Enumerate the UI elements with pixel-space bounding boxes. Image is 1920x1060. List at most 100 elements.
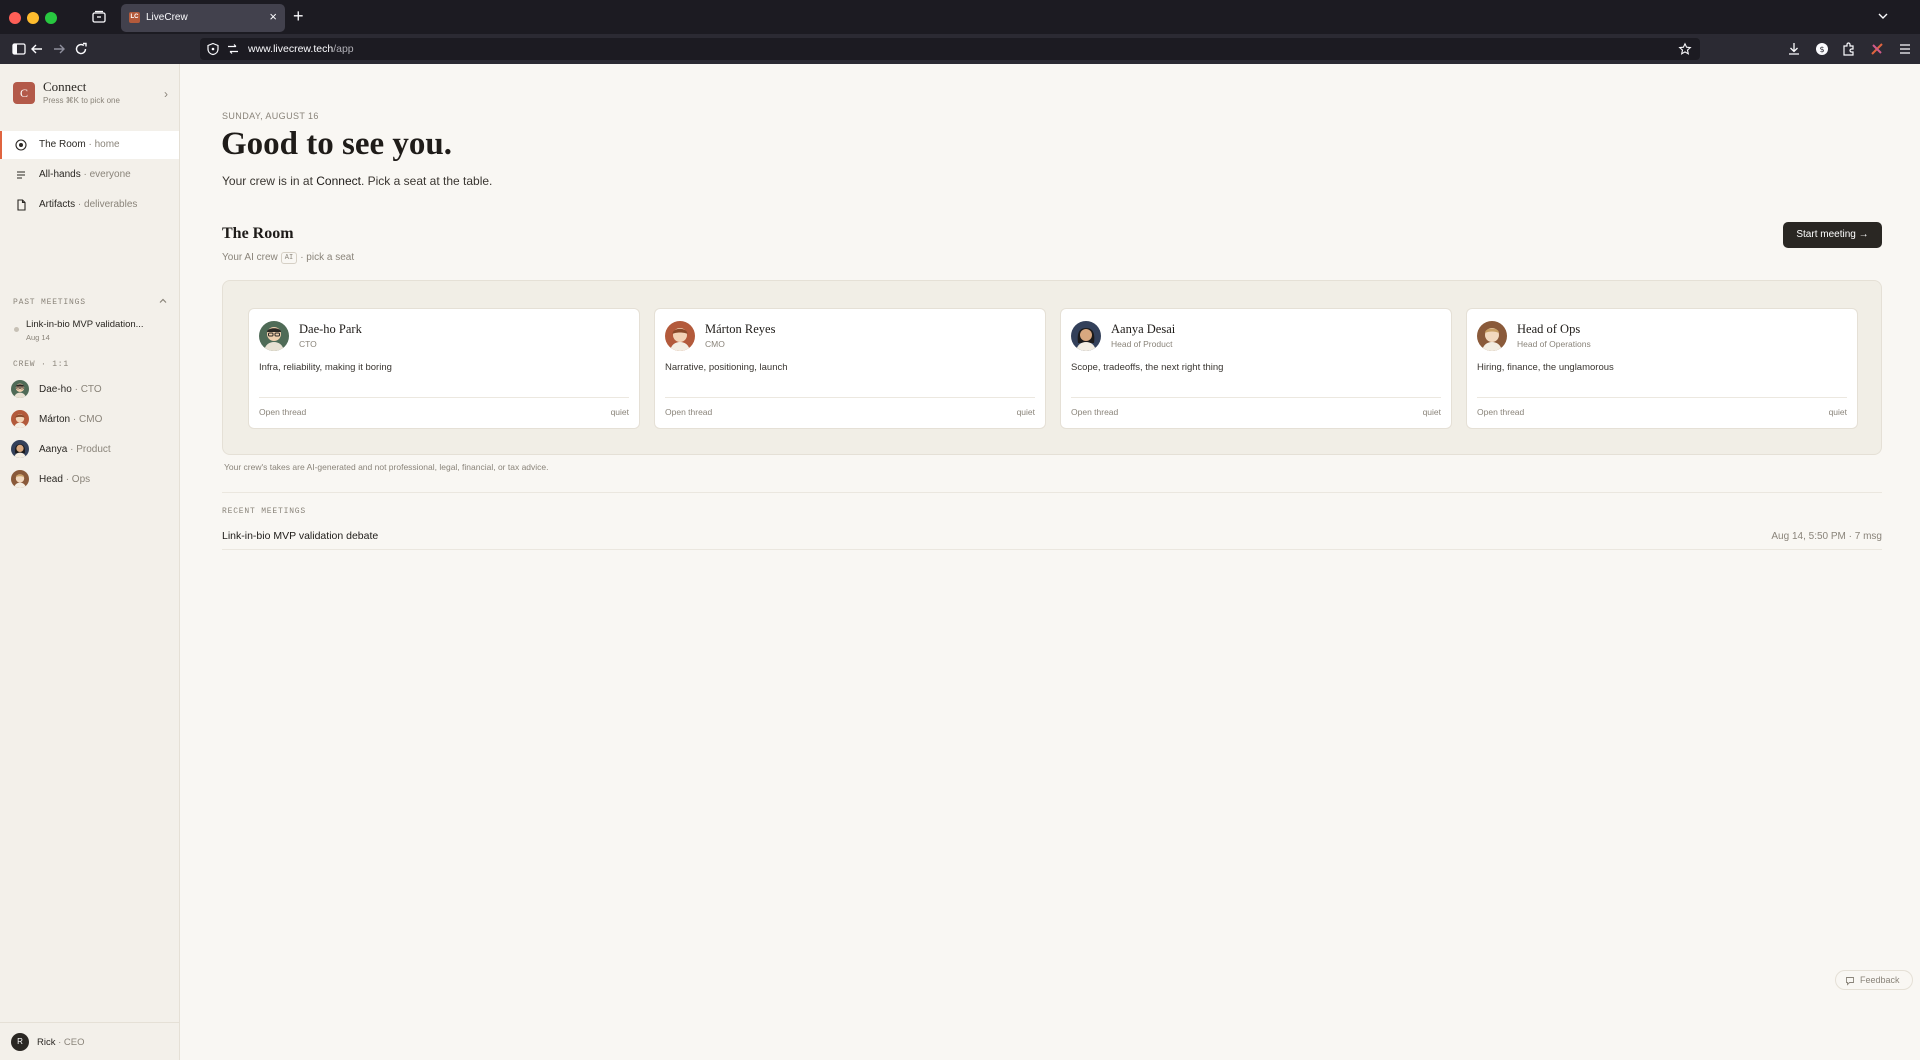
status-label: quiet [1422, 407, 1441, 417]
list-icon [17, 171, 25, 179]
chevron-up-icon[interactable] [158, 296, 168, 306]
extension-dollar-icon[interactable]: $ [1814, 41, 1830, 57]
crew-role: CMO [705, 339, 725, 349]
date-label: SUNDAY, AUGUST 16 [222, 111, 319, 121]
room-subtitle: Your AI crew AI · pick a seat [222, 252, 355, 264]
crew-card-marton[interactable]: Márton Reyes CMO Narrative, positioning,… [654, 308, 1046, 429]
chevron-down-icon[interactable] [1876, 9, 1890, 23]
chevron-right-icon: › [164, 87, 168, 101]
recent-meetings-heading: RECENT MEETINGS [222, 507, 307, 516]
past-meetings-heading: PAST MEETINGS [13, 298, 86, 307]
divider [222, 492, 1882, 493]
recent-meeting-meta: Aug 14, 5:50 PM · 7 msg [1771, 531, 1882, 542]
window-minimize-button[interactable] [27, 12, 39, 24]
url-text: www.livecrew.tech/app [248, 43, 354, 55]
sidebar-item-label: Artifacts · deliverables [39, 199, 138, 210]
app-window: C Connect Press ⌘K to pick one › The Roo… [0, 64, 1920, 1060]
tab-title: LiveCrew [146, 12, 188, 23]
open-thread-link[interactable]: Open thread [1071, 407, 1118, 417]
crew-description: Scope, tradeoffs, the next right thing [1071, 362, 1224, 373]
sidebar-item-label: All-hands · everyone [39, 169, 131, 180]
crew-label: Márton · CMO [39, 414, 103, 425]
crew-name: Dae-ho Park [299, 322, 362, 336]
status-label: quiet [1016, 407, 1035, 417]
room-title: The Room [222, 225, 294, 242]
open-thread-link[interactable]: Open thread [1477, 407, 1524, 417]
tab-favicon: LC [129, 12, 140, 23]
recent-meeting-row[interactable]: Link-in-bio MVP validation debate Aug 14… [222, 522, 1882, 550]
main-content: SUNDAY, AUGUST 16 Good to see you. Your … [181, 64, 1920, 1060]
workspace-logo: C [13, 82, 35, 104]
profile-extension-icon[interactable] [1869, 41, 1885, 57]
bookmark-star-icon[interactable] [1678, 42, 1692, 56]
extensions-puzzle-icon[interactable] [1841, 41, 1857, 57]
crew-item-marton[interactable]: Márton · CMO [11, 408, 171, 430]
workspace-switcher[interactable]: C Connect Press ⌘K to pick one › [13, 79, 168, 107]
sidebar-item-all-hands[interactable]: All-hands · everyone [0, 161, 179, 189]
sidebar-item-label: The Room · home [39, 139, 120, 150]
window-zoom-button[interactable] [45, 12, 57, 24]
crew-label: Dae-ho · CTO [39, 384, 102, 395]
permissions-icon[interactable] [226, 42, 240, 56]
avatar [1477, 321, 1507, 351]
divider [1477, 397, 1847, 398]
crew-role: Head of Operations [1517, 339, 1591, 349]
shield-icon[interactable] [206, 42, 220, 56]
meeting-dot-icon [14, 327, 19, 332]
tab-overview-icon[interactable] [91, 9, 107, 25]
crew-card-dae-ho[interactable]: Dae-ho Park CTO Infra, reliability, maki… [248, 308, 640, 429]
crew-role: Head of Product [1111, 339, 1173, 349]
recent-meeting-title: Link-in-bio MVP validation debate [222, 530, 379, 542]
address-bar[interactable]: www.livecrew.tech/app [200, 38, 1700, 60]
feedback-label: Feedback [1860, 975, 1900, 985]
forward-arrow-icon[interactable] [51, 41, 67, 57]
feedback-button[interactable]: Feedback [1835, 970, 1913, 990]
browser-nav-bar: www.livecrew.tech/app $ [0, 34, 1920, 64]
crew-item-head[interactable]: Head · Ops [11, 468, 171, 490]
workspace-hint: Press ⌘K to pick one [43, 96, 120, 105]
tab-close-icon[interactable]: × [269, 10, 277, 24]
avatar [11, 410, 29, 428]
crew-role: CTO [299, 339, 317, 349]
start-meeting-button[interactable]: Start meeting → [1783, 222, 1882, 248]
svg-text:$: $ [1819, 45, 1824, 54]
browser-tab-bar: LC LiveCrew × + [0, 0, 1920, 34]
sidebar-toggle-icon[interactable] [11, 41, 27, 57]
crew-card-head-of-ops[interactable]: Head of Ops Head of Operations Hiring, f… [1466, 308, 1858, 429]
menu-icon[interactable] [1897, 41, 1913, 57]
browser-tab[interactable]: LC LiveCrew × [121, 4, 285, 32]
sidebar-item-the-room[interactable]: The Room · home [0, 131, 179, 159]
past-meeting-date: Aug 14 [26, 333, 50, 342]
crew-item-aanya[interactable]: Aanya · Product [11, 438, 171, 460]
back-arrow-icon[interactable] [29, 41, 45, 57]
open-thread-link[interactable]: Open thread [259, 407, 306, 417]
new-tab-icon[interactable]: + [293, 7, 304, 25]
target-icon [15, 139, 27, 151]
status-label: quiet [1828, 407, 1847, 417]
crew-description: Narrative, positioning, launch [665, 362, 788, 373]
greeting-subline: Your crew is in at Connect. Pick a seat … [222, 174, 493, 188]
avatar [665, 321, 695, 351]
window-close-button[interactable] [9, 12, 21, 24]
crew-name: Aanya Desai [1111, 322, 1176, 336]
sidebar-item-artifacts[interactable]: Artifacts · deliverables [0, 191, 179, 219]
crew-name: Márton Reyes [705, 322, 776, 336]
document-icon [17, 199, 26, 211]
crew-description: Infra, reliability, making it boring [259, 362, 392, 373]
reload-icon[interactable] [73, 41, 89, 57]
crew-item-dae-ho[interactable]: Dae-ho · CTO [11, 378, 171, 400]
crew-card-aanya[interactable]: Aanya Desai Head of Product Scope, trade… [1060, 308, 1452, 429]
divider [259, 397, 629, 398]
download-icon[interactable] [1786, 41, 1802, 57]
open-thread-link[interactable]: Open thread [665, 407, 712, 417]
avatar [1071, 321, 1101, 351]
workspace-name: Connect [43, 79, 87, 94]
crew-label: Head · Ops [39, 474, 91, 485]
user-label: Rick · CEO [37, 1037, 85, 1048]
current-user[interactable]: R Rick · CEO [0, 1022, 179, 1060]
sidebar: C Connect Press ⌘K to pick one › The Roo… [0, 64, 180, 1060]
room-table: Dae-ho Park CTO Infra, reliability, maki… [222, 280, 1882, 455]
divider [1071, 397, 1441, 398]
avatar [11, 440, 29, 458]
crew-heading: CREW · 1:1 [13, 360, 70, 369]
